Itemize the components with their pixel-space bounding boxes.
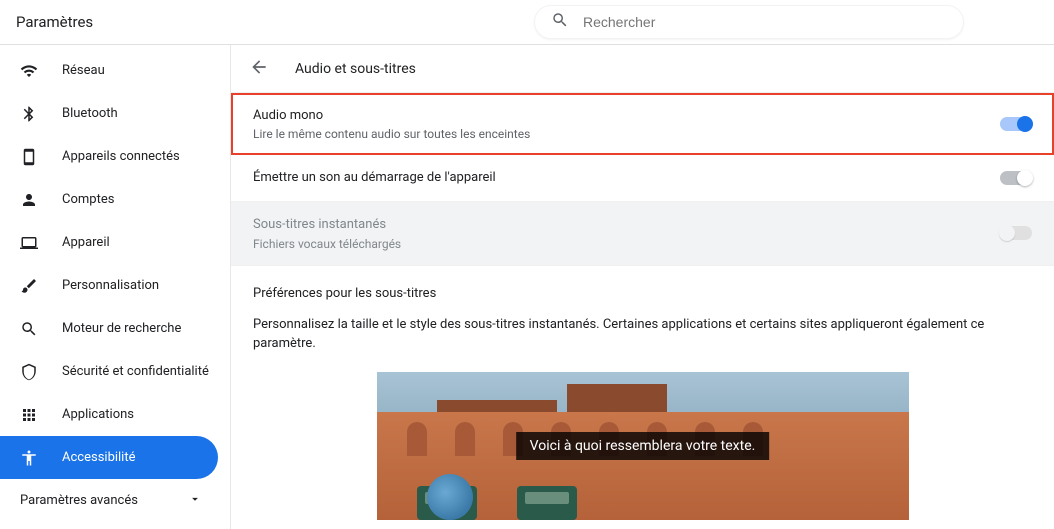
sidebar-item-person[interactable]: Comptes [0,178,230,221]
shield-icon [20,363,38,381]
setting-row[interactable]: Sous-titres instantanés Fichiers vocaux t… [231,202,1054,265]
toggle-switch [1000,226,1032,240]
prefs-heading: Préférences pour les sous-titres [253,286,1032,301]
sidebar-item-label: Accessibilité [62,450,136,465]
person-icon [20,191,38,209]
advanced-label: Paramètres avancés [20,493,138,508]
sidebar-item-label: Réseau [62,63,105,78]
sidebar-item-search[interactable]: Moteur de recherche [0,307,230,350]
sidebar-item-label: Personnalisation [62,278,159,293]
search-icon [20,320,38,338]
setting-row[interactable]: Émettre un son au démarrage de l'apparei… [231,155,1054,202]
apps-icon [20,406,38,424]
sidebar-advanced[interactable]: Paramètres avancés [0,479,230,522]
setting-row[interactable]: Audio mono Lire le même contenu audio sur… [231,93,1054,155]
sidebar: Réseau Bluetooth Appareils connectés Compte… [0,45,230,529]
devices-icon [20,148,38,166]
laptop-icon [20,234,38,252]
setting-subtitle: Fichiers vocaux téléchargés [253,237,401,251]
toggle-switch[interactable] [1000,171,1032,185]
setting-title: Émettre un son au démarrage de l'apparei… [253,169,496,187]
setting-title: Sous-titres instantanés [253,216,401,234]
sidebar-item-shield[interactable]: Sécurité et confidentialité [0,350,230,393]
sidebar-item-label: Appareils connectés [62,149,180,164]
search-icon [551,11,569,33]
caption-preview: Voici à quoi ressemblera votre texte. [377,372,909,520]
sidebar-item-label: Sécurité et confidentialité [62,364,209,379]
sidebar-item-devices[interactable]: Appareils connectés [0,135,230,178]
accessibility-icon [20,449,38,467]
setting-subtitle: Lire le même contenu audio sur toutes le… [253,127,530,141]
content-area: Audio et sous-titres Audio mono Lire le m… [230,45,1054,529]
sidebar-item-apps[interactable]: Applications [0,393,230,436]
back-button[interactable] [249,57,269,81]
sidebar-item-bluetooth[interactable]: Bluetooth [0,92,230,135]
sidebar-item-brush[interactable]: Personnalisation [0,264,230,307]
search-input[interactable] [583,14,947,30]
sidebar-item-accessibility[interactable]: Accessibilité [0,436,218,479]
chevron-down-icon [188,492,202,510]
search-box[interactable] [534,5,964,39]
caption-prefs-section: Préférences pour les sous-titres Personn… [231,266,1054,529]
sidebar-item-label: Comptes [62,192,114,207]
header: Paramètres [0,0,1054,45]
wifi-icon [20,62,38,80]
brush-icon [20,277,38,295]
sidebar-item-laptop[interactable]: Appareil [0,221,230,264]
bluetooth-icon [20,105,38,123]
sidebar-item-label: Appareil [62,235,110,250]
app-title: Paramètres [16,13,93,31]
sidebar-item-label: Bluetooth [62,106,118,121]
page-title: Audio et sous-titres [295,61,416,77]
prefs-description: Personnalisez la taille et le style des … [253,315,1032,354]
setting-title: Audio mono [253,107,530,125]
sidebar-item-label: Applications [62,407,134,422]
toggle-switch[interactable] [1000,117,1032,131]
sidebar-item-wifi[interactable]: Réseau [0,49,230,92]
content-header: Audio et sous-titres [231,45,1054,93]
sidebar-item-label: Moteur de recherche [62,321,181,336]
caption-sample-text: Voici à quoi ressemblera votre texte. [516,432,770,460]
